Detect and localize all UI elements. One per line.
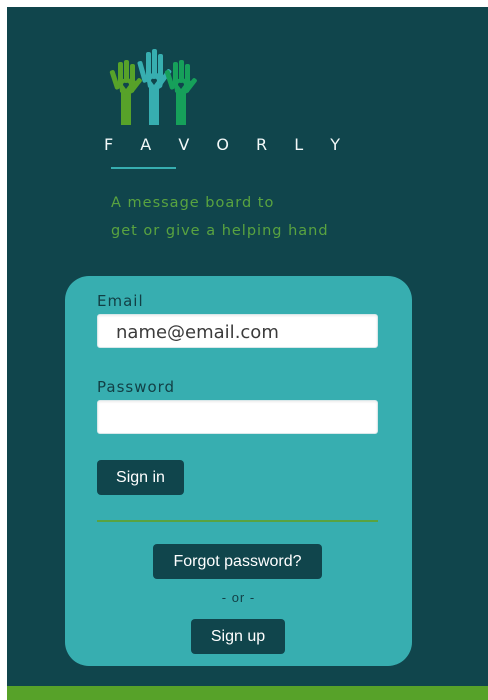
footer-strip (7, 686, 488, 700)
password-input[interactable] (97, 400, 378, 434)
three-hands-logo-icon (109, 49, 197, 125)
password-label: Password (97, 378, 176, 396)
middle-hand-icon (137, 49, 172, 125)
login-page: F A V O R L Y A message board to get or … (7, 7, 488, 700)
left-hand-icon (109, 60, 142, 125)
tagline-line-1: A message board to (111, 195, 275, 211)
forgot-password-button[interactable]: Forgot password? (153, 544, 322, 579)
sign-in-button[interactable]: Sign in (97, 460, 184, 495)
tagline-line-2: get or give a helping hand (111, 223, 329, 239)
brand-name: F A V O R L Y (104, 135, 352, 154)
tagline: A message board to get or give a helping… (111, 189, 371, 245)
sign-up-button[interactable]: Sign up (191, 619, 285, 654)
or-separator: - or - (221, 590, 256, 605)
login-card: Email Password Sign in Forgot password? … (65, 276, 412, 666)
email-input[interactable] (97, 314, 378, 348)
brand-underline (111, 167, 176, 169)
divider (97, 520, 378, 522)
email-label: Email (97, 292, 144, 310)
